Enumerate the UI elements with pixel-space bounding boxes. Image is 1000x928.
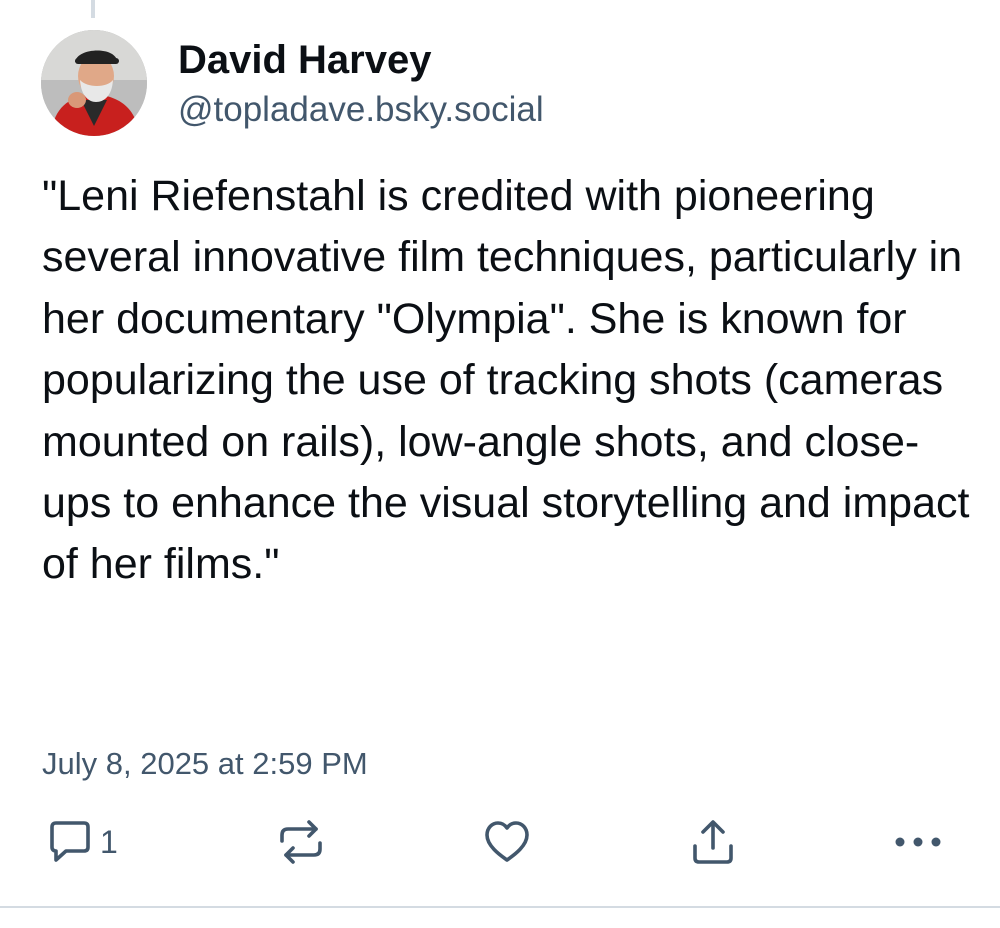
share-icon [690,818,736,866]
author-display-name[interactable]: David Harvey [178,36,431,84]
share-button[interactable] [690,816,736,868]
more-options-button[interactable] [893,816,943,868]
reply-count: 1 [100,823,118,860]
post-text: "Leni Riefenstahl is credited with pione… [42,172,970,589]
more-icon [893,819,943,865]
author-handle[interactable]: @topladave.bsky.social [178,88,544,132]
heart-icon [483,819,531,865]
post-timestamp: July 8, 2025 at 2:59 PM [42,746,368,781]
post-divider [0,906,1000,908]
like-button[interactable] [483,816,531,868]
thread-connector-line [91,0,95,18]
avatar[interactable] [41,30,147,136]
repost-button[interactable] [276,816,326,868]
avatar-photo [41,30,147,136]
reply-button[interactable]: 1 [46,816,118,868]
repost-icon [276,819,326,865]
reply-icon [46,819,92,865]
